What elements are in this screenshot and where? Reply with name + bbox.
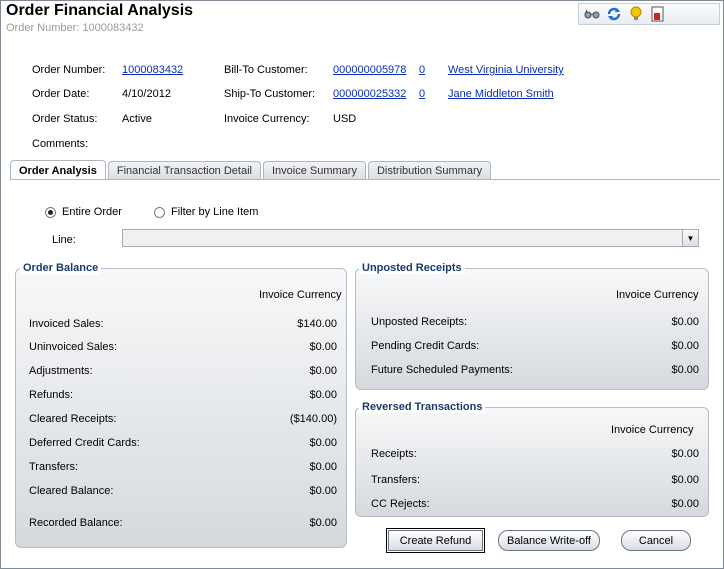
order-date-label: Order Date: — [32, 88, 90, 100]
filter-line-item-label: Filter by Line Item — [171, 206, 259, 218]
bill-to-id-link[interactable]: 000000005978 — [333, 64, 406, 76]
tab-bar: Order Analysis Financial Transaction Det… — [10, 160, 493, 180]
deferred-credit-cards-value: $0.00 — [309, 437, 337, 449]
bill-to-name-link[interactable]: West Virginia University — [448, 64, 564, 76]
chevron-down-icon[interactable]: ▼ — [682, 230, 698, 246]
recorded-balance-value: $0.00 — [309, 517, 337, 529]
toolbar — [578, 3, 720, 25]
radio-unselected-icon — [154, 206, 165, 218]
pending-credit-cards-label: Pending Credit Cards: — [371, 340, 480, 352]
order-date-value: 4/10/2012 — [122, 88, 171, 100]
order-status-label: Order Status: — [32, 113, 98, 125]
transfers-value: $0.00 — [309, 461, 337, 473]
unposted-receipts-title: Unposted Receipts — [359, 262, 465, 274]
entire-order-radio[interactable]: Entire Order — [45, 206, 122, 218]
radio-selected-icon — [45, 206, 56, 218]
tab-distribution-summary[interactable]: Distribution Summary — [367, 161, 492, 180]
glasses-icon[interactable] — [583, 5, 601, 23]
reversed-column-header: Invoice Currency — [611, 424, 694, 436]
balance-writeoff-button[interactable]: Balance Write-off — [498, 530, 600, 551]
cleared-receipts-label: Cleared Receipts: — [29, 413, 117, 425]
order-balance-panel — [15, 268, 347, 548]
filter-line-item-radio[interactable]: Filter by Line Item — [154, 206, 258, 218]
cleared-balance-label: Cleared Balance: — [29, 485, 114, 497]
line-select[interactable]: ▼ — [122, 229, 699, 247]
cancel-button[interactable]: Cancel — [621, 530, 691, 551]
unposted-column-header: Invoice Currency — [616, 289, 699, 301]
entire-order-label: Entire Order — [62, 206, 122, 218]
uninvoiced-sales-value: $0.00 — [309, 341, 337, 353]
ship-to-zero-link[interactable]: 0 — [419, 88, 425, 100]
ship-to-name-link[interactable]: Jane Middleton Smith — [448, 88, 554, 100]
unposted-receipts-label: Unposted Receipts: — [371, 316, 467, 328]
reversed-transfers-value: $0.00 — [671, 474, 699, 486]
transfers-label: Transfers: — [29, 461, 79, 473]
pending-credit-cards-value: $0.00 — [671, 340, 699, 352]
order-number-label: Order Number: — [32, 64, 106, 76]
report-icon[interactable] — [649, 5, 667, 23]
refresh-icon[interactable] — [605, 5, 623, 23]
future-scheduled-payments-label: Future Scheduled Payments: — [371, 364, 513, 376]
order-balance-column-header: Invoice Currency — [259, 289, 342, 301]
cleared-balance-value: $0.00 — [309, 485, 337, 497]
adjustments-value: $0.00 — [309, 365, 337, 377]
tab-order-analysis[interactable]: Order Analysis — [10, 160, 106, 180]
refunds-label: Refunds: — [29, 389, 74, 401]
ship-to-id-link[interactable]: 000000025332 — [333, 88, 406, 100]
future-scheduled-payments-value: $0.00 — [671, 364, 699, 376]
uninvoiced-sales-label: Uninvoiced Sales: — [29, 341, 118, 353]
unposted-receipts-value: $0.00 — [671, 316, 699, 328]
cc-rejects-label: CC Rejects: — [371, 498, 430, 510]
comments-label: Comments: — [32, 138, 89, 150]
page-subtitle: Order Number: 1000083432 — [6, 22, 144, 34]
refunds-value: $0.00 — [309, 389, 337, 401]
order-balance-title: Order Balance — [20, 262, 102, 274]
order-status-value: Active — [122, 113, 152, 125]
adjustments-label: Adjustments: — [29, 365, 93, 377]
invoiced-sales-value: $140.00 — [297, 318, 337, 330]
reversed-receipts-label: Receipts: — [371, 448, 417, 460]
reversed-transactions-title: Reversed Transactions — [359, 401, 486, 413]
bill-to-label: Bill-To Customer: — [224, 64, 308, 76]
deferred-credit-cards-label: Deferred Credit Cards: — [29, 437, 140, 449]
recorded-balance-label: Recorded Balance: — [29, 517, 123, 529]
page-title: Order Financial Analysis — [6, 2, 194, 19]
order-number-link[interactable]: 1000083432 — [122, 64, 183, 76]
bill-to-zero-link[interactable]: 0 — [419, 64, 425, 76]
tab-divider — [10, 179, 720, 180]
invoiced-sales-label: Invoiced Sales: — [29, 318, 104, 330]
create-refund-button[interactable]: Create Refund — [386, 528, 485, 553]
invoice-currency-value: USD — [333, 113, 357, 125]
invoice-currency-label: Invoice Currency: — [224, 113, 310, 125]
cleared-receipts-value: ($140.00) — [289, 413, 337, 425]
line-label: Line: — [52, 234, 76, 246]
lightbulb-icon[interactable] — [627, 5, 645, 23]
cc-rejects-value: $0.00 — [671, 498, 699, 510]
reversed-receipts-value: $0.00 — [671, 448, 699, 460]
reversed-transfers-label: Transfers: — [371, 474, 421, 486]
ship-to-label: Ship-To Customer: — [224, 88, 316, 100]
tab-financial-transaction-detail[interactable]: Financial Transaction Detail — [107, 161, 261, 180]
tab-invoice-summary[interactable]: Invoice Summary — [262, 161, 366, 180]
